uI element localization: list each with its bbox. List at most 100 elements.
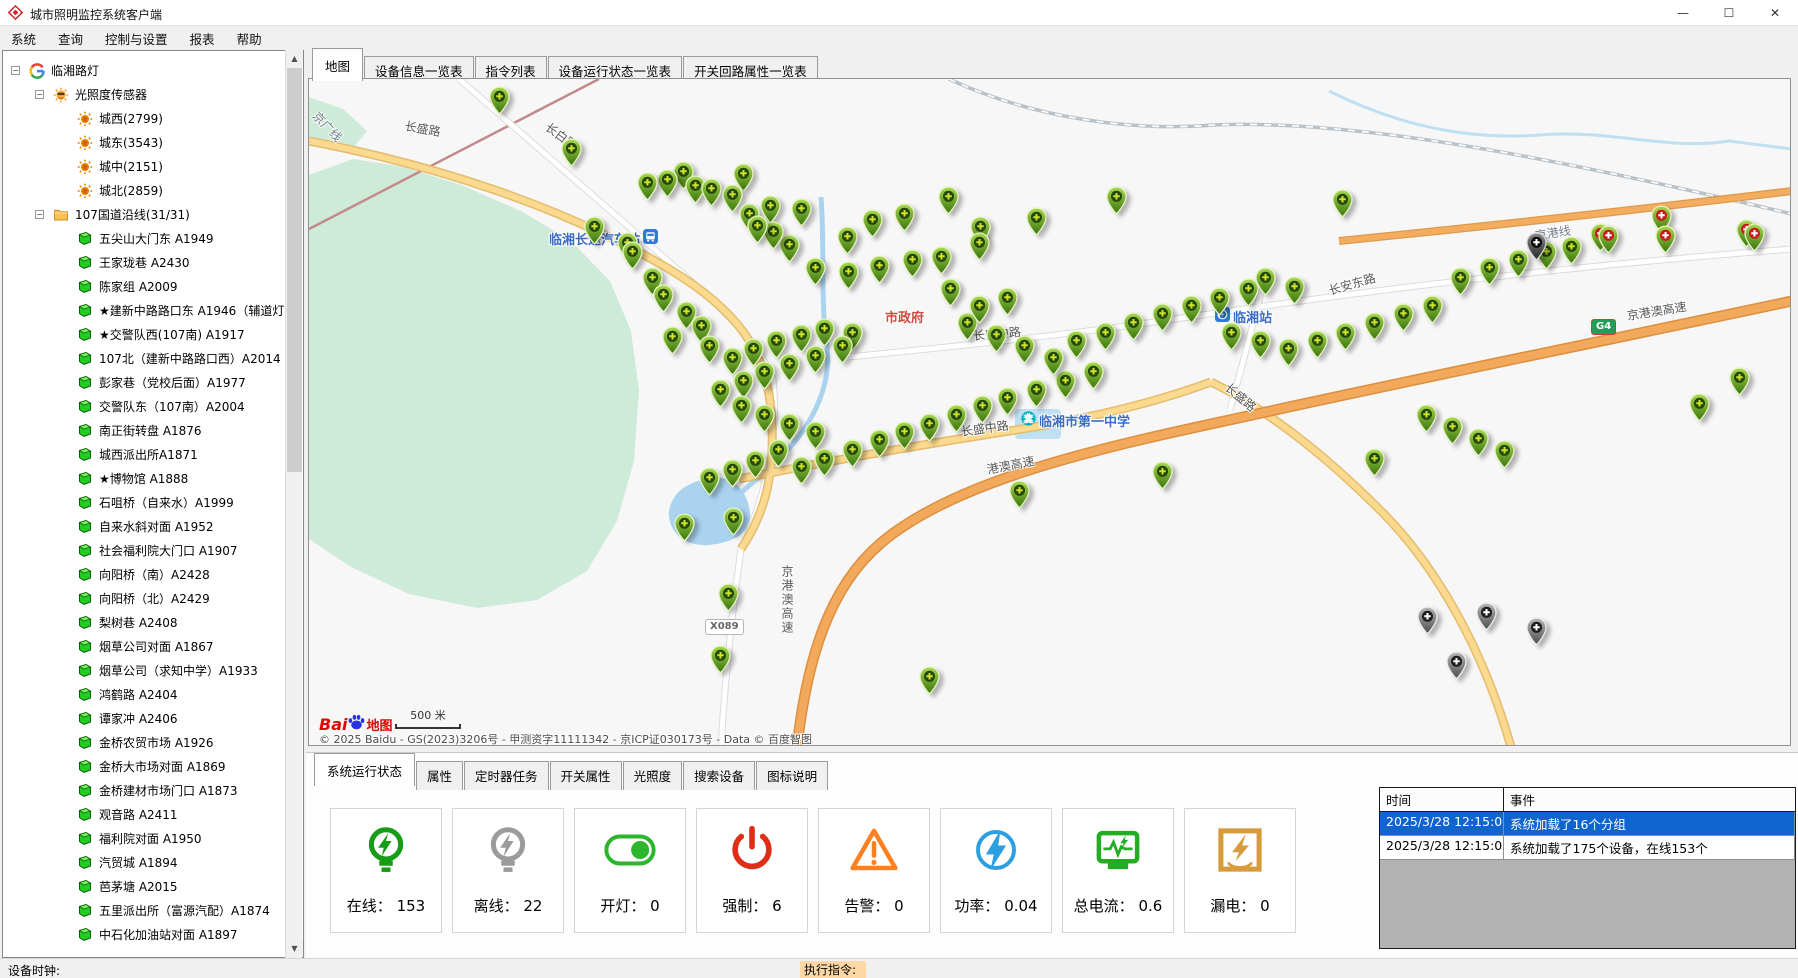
tab-system-status[interactable]: 系统运行状态 — [314, 753, 415, 786]
map-pin-online[interactable] — [1066, 330, 1087, 359]
map-pin-online[interactable] — [869, 429, 890, 458]
map-pin-online[interactable] — [718, 583, 739, 612]
map-pin-online[interactable] — [919, 666, 940, 695]
map-pin-online[interactable] — [561, 138, 582, 167]
map-pin-online[interactable] — [972, 395, 993, 424]
map-pin-online[interactable] — [674, 513, 695, 542]
map-pin-online[interactable] — [653, 284, 674, 313]
map-pin-online[interactable] — [1284, 276, 1305, 305]
map-canvas[interactable]: 京广线长盛路长白路长安中路长安东路长盛中路长盛路港澳高速京港澳高速京港线京港澳高… — [308, 78, 1791, 746]
menu-item-2[interactable]: 控制与设置 — [94, 26, 179, 51]
map-pin-alarm[interactable] — [1744, 223, 1765, 252]
map-pin-online[interactable] — [832, 335, 853, 364]
map-pin-online[interactable] — [814, 448, 835, 477]
map-pin-online[interactable] — [747, 215, 768, 244]
map-pin-online[interactable] — [1043, 347, 1064, 376]
map-pin-online[interactable] — [1026, 207, 1047, 236]
map-pin-online[interactable] — [919, 413, 940, 442]
map-pin-alarm[interactable] — [1655, 225, 1676, 254]
map-pin-online[interactable] — [946, 404, 967, 433]
map-pin-online[interactable] — [791, 456, 812, 485]
map-pin-online[interactable] — [837, 226, 858, 255]
tab-search-device[interactable]: 搜索设备 — [683, 761, 755, 790]
map-pin-online[interactable] — [1393, 303, 1414, 332]
map-pin-online[interactable] — [1364, 448, 1385, 477]
map-pin-online[interactable] — [1494, 440, 1515, 469]
map-pin-online[interactable] — [1181, 295, 1202, 324]
map-pin-online[interactable] — [1095, 322, 1116, 351]
map-pin-online[interactable] — [745, 450, 766, 479]
map-pin-online[interactable] — [1152, 461, 1173, 490]
map-pin-online[interactable] — [637, 172, 658, 201]
map-pin-online[interactable] — [805, 345, 826, 374]
map-pin-online[interactable] — [862, 209, 883, 238]
map-pin-online[interactable] — [1278, 338, 1299, 367]
tab-properties[interactable]: 属性 — [416, 761, 463, 790]
map-pin-online[interactable] — [622, 241, 643, 270]
scroll-thumb[interactable] — [287, 68, 302, 472]
map-pin-online[interactable] — [1689, 393, 1710, 422]
map-pin-online[interactable] — [805, 421, 826, 450]
tree-expander-icon[interactable]: − — [35, 210, 44, 219]
map-pin-online[interactable] — [894, 203, 915, 232]
map-pin-online[interactable] — [791, 198, 812, 227]
tab-timer-tasks[interactable]: 定时器任务 — [464, 761, 549, 790]
map-pin-online[interactable] — [710, 645, 731, 674]
map-pin-online[interactable] — [805, 257, 826, 286]
tab-illuminance[interactable]: 光照度 — [623, 761, 683, 790]
menu-item-0[interactable]: 系统 — [0, 26, 47, 51]
menu-item-1[interactable]: 查询 — [47, 26, 94, 51]
map-pin-online[interactable] — [842, 439, 863, 468]
map-pin-online[interactable] — [940, 278, 961, 307]
menu-item-3[interactable]: 报表 — [179, 26, 226, 51]
map-pin-online[interactable] — [1026, 379, 1047, 408]
map-pin-online[interactable] — [1307, 330, 1328, 359]
map-pin-online[interactable] — [723, 507, 744, 536]
map-pin-online[interactable] — [731, 395, 752, 424]
tree-expander-icon[interactable]: − — [35, 90, 44, 99]
map-pin-offline[interactable] — [1476, 602, 1497, 631]
map-pin-online[interactable] — [969, 295, 990, 324]
map-pin-unknown[interactable] — [1526, 232, 1547, 261]
map-pin-online[interactable] — [1209, 287, 1230, 316]
map-pin-online[interactable] — [1416, 404, 1437, 433]
map-pin-online[interactable] — [754, 404, 775, 433]
map-pin-online[interactable] — [1106, 186, 1127, 215]
scroll-down-button[interactable]: ▼ — [286, 940, 303, 957]
tree-expander-icon[interactable]: − — [11, 66, 20, 75]
map-pin-online[interactable] — [657, 169, 678, 198]
map-pin-online[interactable] — [1450, 267, 1471, 296]
map-pin-online[interactable] — [1014, 335, 1035, 364]
map-pin-online[interactable] — [969, 232, 990, 261]
map-pin-online[interactable] — [869, 255, 890, 284]
map-pin-online[interactable] — [489, 86, 510, 115]
map-pin-online[interactable] — [1083, 361, 1104, 390]
scroll-up-button[interactable]: ▲ — [286, 50, 303, 67]
map-pin-online[interactable] — [584, 216, 605, 245]
map-pin-online[interactable] — [779, 353, 800, 382]
map-pin-online[interactable] — [662, 326, 683, 355]
map-pin-online[interactable] — [768, 439, 789, 468]
map-pin-online[interactable] — [931, 246, 952, 275]
map-pin-online[interactable] — [1561, 236, 1582, 265]
map-pin-online[interactable] — [1364, 312, 1385, 341]
map-pin-online[interactable] — [1335, 322, 1356, 351]
minimize-button[interactable]: — — [1660, 0, 1706, 26]
map-pin-online[interactable] — [754, 361, 775, 390]
map-pin-online[interactable] — [986, 324, 1007, 353]
tab-map[interactable]: 地图 — [312, 48, 363, 81]
map-pin-online[interactable] — [1442, 416, 1463, 445]
map-pin-online[interactable] — [1332, 189, 1353, 218]
map-pin-online[interactable] — [938, 186, 959, 215]
close-button[interactable]: ✕ — [1752, 0, 1798, 26]
maximize-button[interactable]: ☐ — [1706, 0, 1752, 26]
map-pin-offline[interactable] — [1417, 606, 1438, 635]
map-pin-online[interactable] — [1123, 312, 1144, 341]
event-row[interactable]: 2025/3/28 12:15:08系统加载了16个分组 — [1380, 812, 1795, 836]
map-pin-online[interactable] — [1221, 322, 1242, 351]
map-pin-online[interactable] — [1422, 295, 1443, 324]
tab-icon-legend[interactable]: 图标说明 — [756, 761, 828, 790]
map-pin-online[interactable] — [894, 421, 915, 450]
menu-item-4[interactable]: 帮助 — [226, 26, 273, 51]
tab-switch-props[interactable]: 开关属性 — [550, 761, 622, 790]
